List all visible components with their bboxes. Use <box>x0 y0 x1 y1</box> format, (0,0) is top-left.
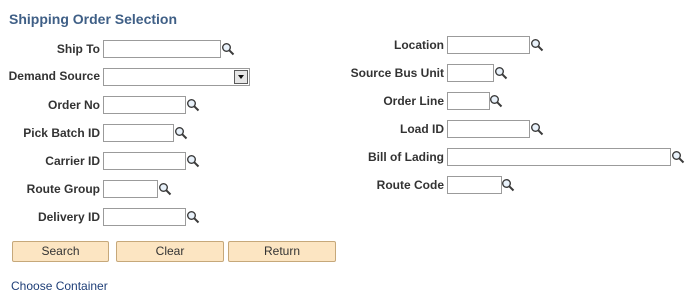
bill-of-lading-label: Bill of Lading <box>368 150 444 164</box>
route-group-lookup-icon[interactable] <box>158 182 172 196</box>
delivery-id-label: Delivery ID <box>37 210 100 224</box>
order-line-label: Order Line <box>383 94 444 108</box>
order-line-lookup-icon[interactable] <box>489 94 503 108</box>
load-id-lookup-icon[interactable] <box>530 122 544 136</box>
ship-to-lookup-icon[interactable] <box>221 42 235 56</box>
delivery-id-input[interactable] <box>103 208 186 226</box>
chevron-down-icon[interactable] <box>234 70 248 84</box>
demand-source-select[interactable] <box>103 68 250 86</box>
search-button[interactable]: Search <box>12 241 109 262</box>
route-group-label: Route Group <box>26 182 100 196</box>
choose-container-link[interactable]: Choose Container <box>11 279 108 293</box>
route-code-input[interactable] <box>447 176 502 194</box>
route-code-label: Route Code <box>376 178 444 192</box>
delivery-id-lookup-icon[interactable] <box>186 210 200 224</box>
order-no-input[interactable] <box>103 96 186 114</box>
ship-to-label: Ship To <box>56 42 100 56</box>
return-button[interactable]: Return <box>228 241 336 262</box>
location-input[interactable] <box>447 36 530 54</box>
location-label: Location <box>394 38 444 52</box>
source-bus-unit-input[interactable] <box>447 64 494 82</box>
route-group-input[interactable] <box>103 180 158 198</box>
bill-of-lading-input[interactable] <box>447 148 671 166</box>
load-id-input[interactable] <box>447 120 530 138</box>
carrier-id-lookup-icon[interactable] <box>186 154 200 168</box>
clear-button[interactable]: Clear <box>116 241 224 262</box>
order-line-input[interactable] <box>447 92 490 110</box>
ship-to-input[interactable] <box>103 40 221 58</box>
bill-of-lading-lookup-icon[interactable] <box>671 150 685 164</box>
order-no-label: Order No <box>47 98 100 112</box>
location-lookup-icon[interactable] <box>530 38 544 52</box>
order-no-lookup-icon[interactable] <box>186 98 200 112</box>
carrier-id-input[interactable] <box>103 152 186 170</box>
page-title: Shipping Order Selection <box>9 11 178 27</box>
source-bus-unit-lookup-icon[interactable] <box>494 66 508 80</box>
route-code-lookup-icon[interactable] <box>501 178 515 192</box>
pick-batch-id-lookup-icon[interactable] <box>174 126 188 140</box>
source-bus-unit-label: Source Bus Unit <box>350 66 444 80</box>
pick-batch-id-input[interactable] <box>103 124 174 142</box>
carrier-id-label: Carrier ID <box>45 154 100 168</box>
load-id-label: Load ID <box>400 122 444 136</box>
demand-source-label: Demand Source <box>8 69 100 83</box>
pick-batch-id-label: Pick Batch ID <box>23 126 100 140</box>
